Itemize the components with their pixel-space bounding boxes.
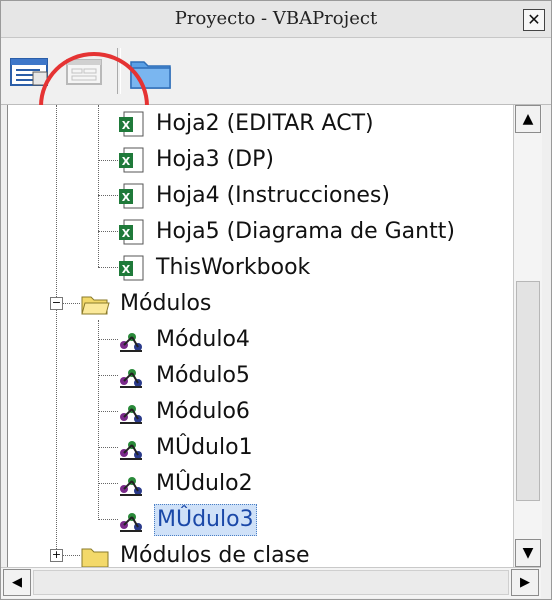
tree-item-label: Hoja2 (EDITAR ACT) xyxy=(156,111,374,136)
tree-connector xyxy=(62,555,80,556)
tree-item-label: Módulo5 xyxy=(156,363,250,388)
tree-connector xyxy=(98,267,118,268)
tree-item-hoja5[interactable]: X Hoja5 (Diagrama de Gantt) xyxy=(116,215,457,249)
excel-sheet-icon: X xyxy=(119,111,144,137)
tree-item-modulo5[interactable]: Módulo5 xyxy=(116,359,252,393)
tree-item-hoja4[interactable]: X Hoja4 (Instrucciones) xyxy=(116,179,392,213)
tree-item-label: MÛdulo2 xyxy=(156,471,253,496)
svg-text:X: X xyxy=(122,119,131,132)
tree-item-label: Módulos de clase xyxy=(120,543,310,567)
excel-workbook-icon: X xyxy=(119,255,144,281)
view-code-icon xyxy=(10,58,48,86)
toolbar-separator xyxy=(117,48,121,94)
tree-item-label: MÛdulo1 xyxy=(156,435,253,460)
tree-connector xyxy=(98,339,118,340)
tree-item-modulo1[interactable]: MÛdulo1 xyxy=(116,431,255,465)
tree-connector xyxy=(98,483,118,484)
svg-text:X: X xyxy=(122,155,131,168)
tree-item-thisworkbook[interactable]: X ThisWorkbook xyxy=(116,251,312,285)
tree-connector xyxy=(56,105,57,555)
excel-sheet-icon: X xyxy=(119,183,144,209)
tree-item-modulo4[interactable]: Módulo4 xyxy=(116,323,252,357)
open-folder-icon xyxy=(81,296,110,315)
tree-item-modulo3-selected[interactable]: MÛdulo3 xyxy=(116,503,257,537)
vba-module-icon xyxy=(120,513,142,532)
tree-connector xyxy=(98,411,118,412)
svg-text:X: X xyxy=(122,191,131,204)
tree-item-label: MÛdulo3 xyxy=(154,504,257,536)
toggle-folders-button[interactable] xyxy=(127,48,175,94)
tree-connector xyxy=(98,105,99,267)
tree-connector xyxy=(98,375,118,376)
vba-module-icon xyxy=(120,405,142,424)
tree-connector xyxy=(98,160,118,161)
svg-text:X: X xyxy=(122,227,131,240)
close-button[interactable]: ✕ xyxy=(523,9,545,31)
tree-item-label: Hoja4 (Instrucciones) xyxy=(156,183,390,208)
view-code-button[interactable] xyxy=(7,48,55,94)
tree-item-label: Módulos xyxy=(120,291,212,316)
tree-item-modulo6[interactable]: Módulo6 xyxy=(116,395,252,429)
excel-sheet-icon: X xyxy=(119,219,144,245)
horizontal-scrollbar[interactable]: ◀ ▶ xyxy=(1,567,541,598)
horizontal-scroll-thumb[interactable] xyxy=(33,570,509,595)
title-bar[interactable]: Proyecto - VBAProject ✕ xyxy=(1,1,551,38)
folder-icon xyxy=(81,548,109,567)
view-object-button[interactable] xyxy=(61,48,109,94)
collapse-toggle[interactable]: − xyxy=(50,297,63,310)
tree-connector xyxy=(98,231,118,232)
tree-connector xyxy=(98,519,118,520)
view-object-icon xyxy=(66,59,102,85)
tree-item-label: Hoja3 (DP) xyxy=(156,147,274,172)
scroll-up-arrow[interactable]: ▲ xyxy=(515,105,541,133)
excel-sheet-icon: X xyxy=(119,147,144,173)
tree-item-label: Hoja5 (Diagrama de Gantt) xyxy=(156,219,455,244)
tree-item-hoja2[interactable]: X Hoja2 (EDITAR ACT) xyxy=(116,107,376,141)
vba-module-icon xyxy=(120,369,142,388)
tree-connector xyxy=(98,447,118,448)
vba-module-icon xyxy=(120,477,142,496)
scroll-left-arrow[interactable]: ◀ xyxy=(3,569,31,596)
tree-folder-modulos-de-clase[interactable]: Módulos de clase xyxy=(80,539,312,567)
tree-item-hoja3[interactable]: X Hoja3 (DP) xyxy=(116,143,276,177)
vba-module-icon xyxy=(120,441,142,460)
svg-text:X: X xyxy=(122,263,131,276)
tree-folder-modulos[interactable]: Módulos xyxy=(80,287,213,321)
scroll-down-arrow[interactable]: ▼ xyxy=(515,539,541,567)
scroll-thumb[interactable] xyxy=(516,281,540,501)
project-tree[interactable]: X Hoja2 (EDITAR ACT) X Hoja3 (DP) X Hoja… xyxy=(7,105,514,567)
vertical-scrollbar[interactable]: ▲ ▼ xyxy=(513,105,542,567)
vba-module-icon xyxy=(120,333,142,352)
tree-connector xyxy=(98,320,99,520)
tree-item-label: ThisWorkbook xyxy=(156,255,311,280)
tree-item-label: Módulo6 xyxy=(156,399,250,424)
window-title: Proyecto - VBAProject xyxy=(174,8,378,29)
tree-item-modulo2[interactable]: MÛdulo2 xyxy=(116,467,255,501)
project-explorer-window: Proyecto - VBAProject ✕ X Hoja2 (EDITAR … xyxy=(0,0,552,600)
tree-connector xyxy=(62,303,80,304)
tree-connector xyxy=(98,195,118,196)
expand-toggle[interactable]: + xyxy=(50,549,63,562)
toolbar xyxy=(1,38,551,160)
scroll-right-arrow[interactable]: ▶ xyxy=(511,569,539,596)
toggle-folders-icon xyxy=(130,61,171,89)
tree-item-label: Módulo4 xyxy=(156,327,250,352)
